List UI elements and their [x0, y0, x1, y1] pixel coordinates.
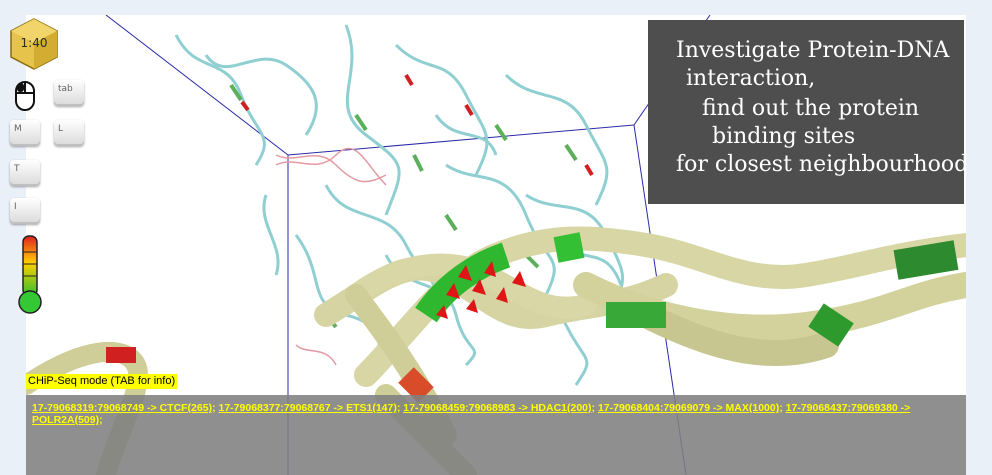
hit-link-ets1[interactable]: 17-79068377:79068767 -> ETS1(147)	[219, 402, 397, 414]
tab-key-label: tab	[58, 84, 73, 94]
instruction-line-3: find out the protein	[702, 96, 920, 121]
thermometer-icon	[18, 235, 42, 314]
chip-seq-mode-label: CHiP-Seq mode (TAB for info)	[26, 374, 178, 389]
dna-helix	[275, 147, 387, 366]
task-instructions-panel: Investigate Protein-DNA interaction, fin…	[648, 20, 966, 204]
hit-link-ctcf[interactable]: 17-79068319:79068749 -> CTCF(265)	[32, 402, 212, 414]
m-key-button[interactable]: M	[10, 120, 40, 146]
instruction-line-5: for closest neighbourhood	[676, 152, 966, 177]
tab-key-button[interactable]: tab	[54, 80, 84, 106]
l-key-button[interactable]: L	[54, 120, 84, 146]
binding-hits-list: 17-79068319:79068749 -> CTCF(265); 17-79…	[32, 402, 911, 426]
instruction-line-4: binding sites	[712, 124, 856, 149]
t-key-button[interactable]: T	[10, 160, 40, 186]
i-key-button[interactable]: I	[10, 198, 40, 224]
mouse-icon	[15, 81, 35, 111]
i-key-label: I	[14, 202, 17, 212]
instruction-line-1: Investigate Protein-DNA	[676, 38, 950, 63]
l-key-label: L	[58, 124, 64, 134]
hit-link-max[interactable]: 17-79068404:79069079 -> MAX(1000)	[598, 402, 779, 414]
hit-link-hdac1[interactable]: 17-79068459:79068983 -> HDAC1(200)	[403, 402, 591, 414]
instruction-line-2: interaction,	[686, 66, 816, 91]
results-bar: 17-79068319:79068749 -> CTCF(265); 17-79…	[26, 395, 966, 475]
t-key-label: T	[14, 164, 20, 174]
timer-value: 1:40	[20, 36, 48, 50]
m-key-label: M	[14, 124, 22, 134]
